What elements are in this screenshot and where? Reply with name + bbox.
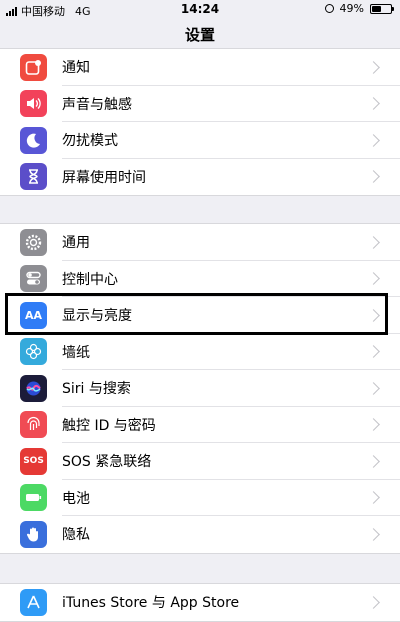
chevron-right-icon — [367, 595, 380, 609]
settings-row-label: iTunes Store 与 App Store — [62, 595, 240, 612]
settings-row-gear[interactable]: 通用 — [0, 224, 400, 261]
settings-row-label: Siri 与搜索 — [62, 381, 131, 398]
chevron-right-icon — [367, 170, 380, 184]
settings-row-app-store[interactable]: iTunes Store 与 App Store — [0, 584, 400, 621]
gear-icon — [20, 228, 47, 256]
settings-group-store: iTunes Store 与 App Store — [0, 583, 400, 622]
battery-icon — [20, 484, 47, 512]
settings-row-label: 通用 — [62, 235, 90, 252]
notifications-icon — [20, 53, 47, 81]
settings-row-label: 通知 — [62, 60, 90, 77]
settings-row-sound[interactable]: 声音与触感 — [0, 86, 400, 123]
chevron-right-icon — [367, 381, 380, 395]
toggle-icon — [20, 265, 47, 293]
status-bar: 中国移动 4G 14:24 49% — [0, 0, 400, 18]
wallpaper-icon — [20, 338, 47, 366]
settings-row-label: 墙纸 — [62, 344, 90, 361]
settings-row-fingerprint[interactable]: 触控 ID 与密码 — [0, 407, 400, 444]
settings-group-notifications: 通知声音与触感勿扰模式屏幕使用时间 — [0, 48, 400, 196]
settings-row-wallpaper[interactable]: 墙纸 — [0, 334, 400, 371]
settings-row-hand[interactable]: 隐私 — [0, 516, 400, 553]
settings-row-label: 触控 ID 与密码 — [62, 417, 156, 434]
settings-row-toggle[interactable]: 控制中心 — [0, 261, 400, 298]
orientation-lock-icon — [324, 4, 334, 13]
chevron-right-icon — [367, 418, 380, 432]
settings-row-label: 隐私 — [62, 527, 90, 544]
sos-glyph: SOS — [23, 456, 44, 467]
battery-percent: 49% — [339, 2, 364, 15]
settings-row-siri[interactable]: Siri 与搜索 — [0, 370, 400, 407]
hand-icon — [20, 520, 47, 548]
chevron-right-icon — [367, 454, 380, 468]
highlight-box — [5, 293, 388, 335]
siri-icon — [20, 374, 47, 402]
chevron-right-icon — [367, 235, 380, 249]
sound-icon — [20, 90, 47, 118]
chevron-right-icon — [367, 60, 380, 74]
settings-group-general: 通用 控制中心 AA 显示与亮度 墙纸 Siri 与搜索 触控 ID 与密码 SOS SOS 紧… — [0, 223, 400, 554]
settings-row-sos[interactable]: SOS SOS 紧急联络 — [0, 443, 400, 480]
settings-row-label: 电池 — [62, 490, 90, 507]
moon-icon — [20, 126, 47, 154]
battery-icon — [370, 3, 394, 14]
chevron-right-icon — [367, 133, 380, 147]
chevron-right-icon — [367, 527, 380, 541]
settings-row-moon[interactable]: 勿扰模式 — [0, 122, 400, 159]
chevron-right-icon — [367, 97, 380, 111]
chevron-right-icon — [367, 345, 380, 359]
sos-icon: SOS — [20, 447, 47, 475]
chevron-right-icon — [367, 272, 380, 286]
settings-row-label: 勿扰模式 — [62, 133, 118, 150]
settings-row-battery[interactable]: 电池 — [0, 480, 400, 517]
settings-row-label: 控制中心 — [62, 271, 118, 288]
chevron-right-icon — [367, 491, 380, 505]
settings-row-label: 声音与触感 — [62, 96, 132, 113]
page-title: 设置 — [184, 26, 215, 44]
fingerprint-icon — [20, 411, 47, 439]
settings-row-notifications[interactable]: 通知 — [0, 49, 400, 86]
settings-row-label: SOS 紧急联络 — [62, 454, 152, 471]
hourglass-icon — [20, 163, 47, 191]
settings-row-hourglass[interactable]: 屏幕使用时间 — [0, 159, 400, 196]
app-store-icon — [20, 588, 47, 616]
settings-row-label: 屏幕使用时间 — [62, 169, 146, 186]
